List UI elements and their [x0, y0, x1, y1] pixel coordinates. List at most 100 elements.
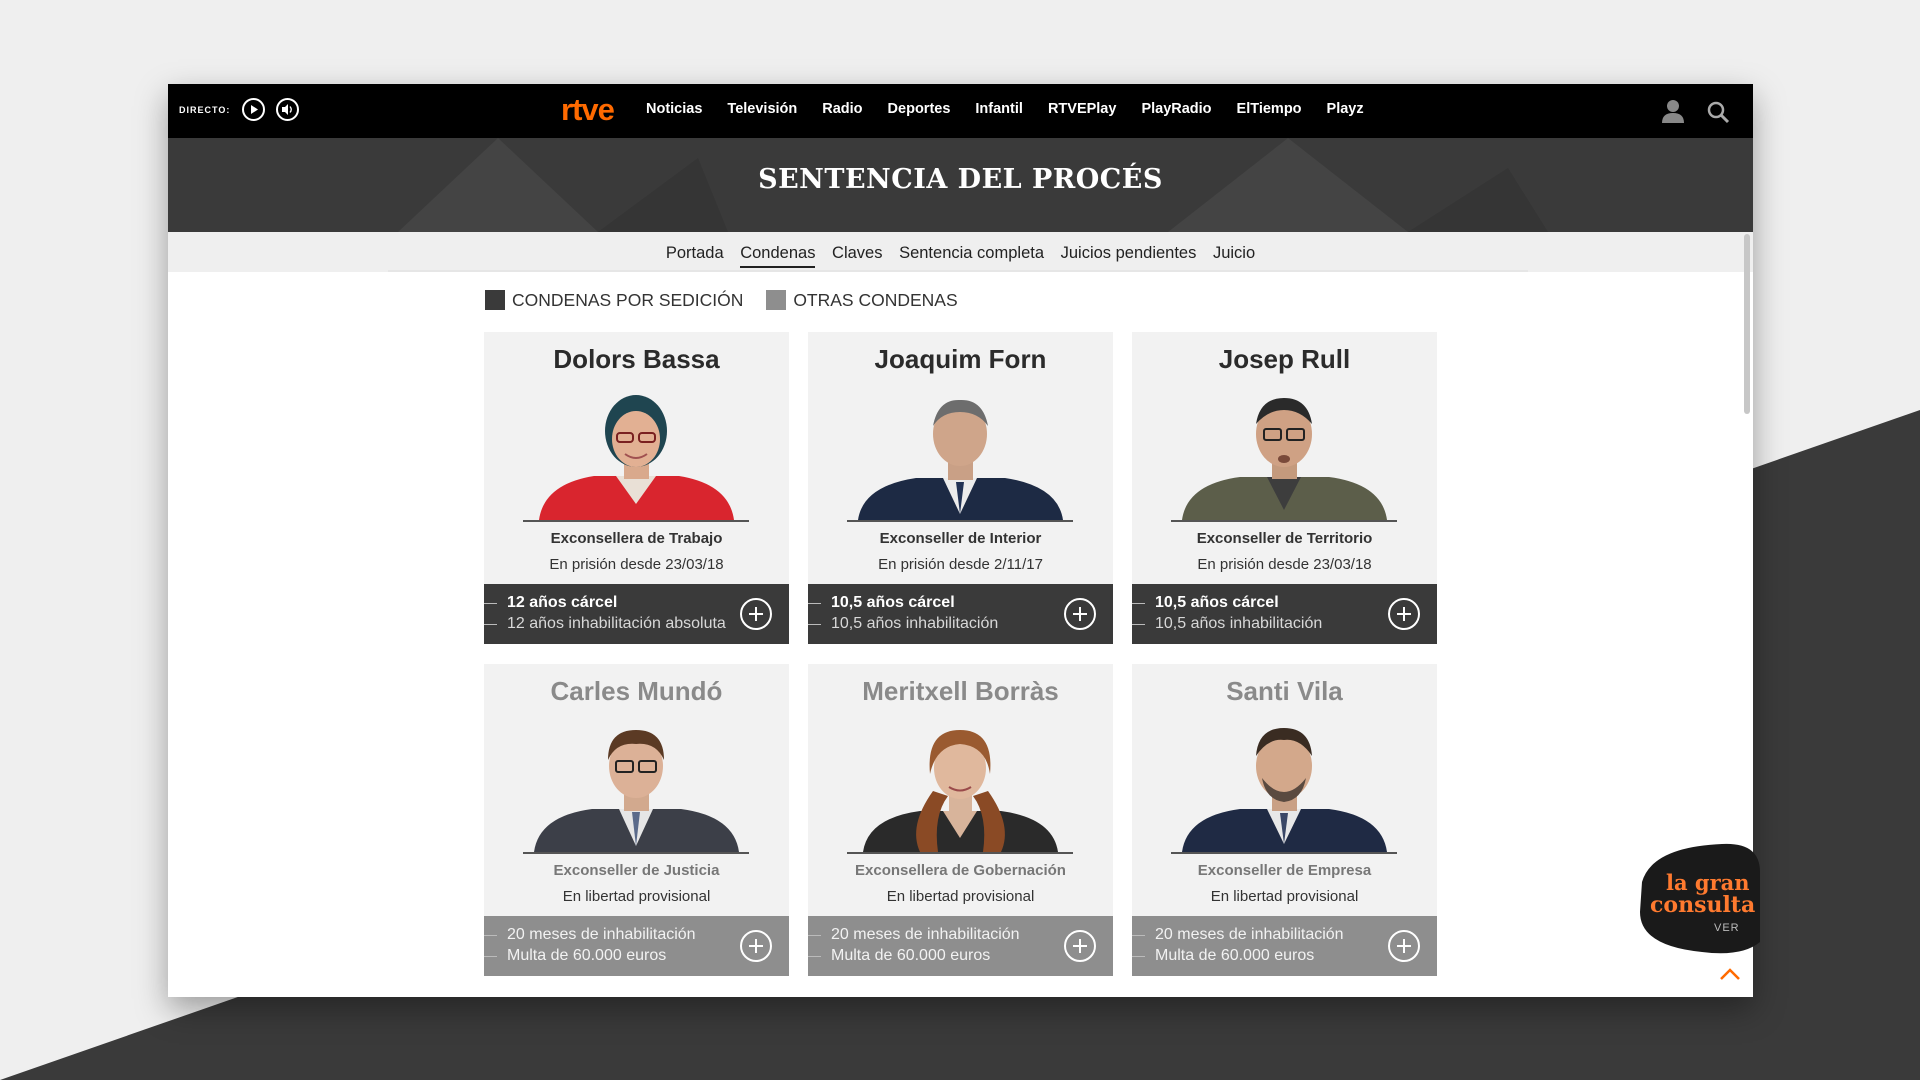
legend-label-sedicion: CONDENAS POR SEDICIÓN	[512, 290, 744, 310]
tick-mark	[808, 624, 821, 625]
portrait-image	[863, 730, 1058, 852]
tick-mark	[484, 935, 497, 936]
scroll-to-top-chevron-icon[interactable]	[1718, 966, 1742, 982]
legend-label-otras: OTRAS CONDENAS	[793, 290, 958, 310]
sentence-line-2: 10,5 años inhabilitación	[1155, 615, 1323, 632]
expand-plus-icon[interactable]	[740, 598, 772, 630]
portrait-baseline	[847, 852, 1073, 854]
subnav-portada[interactable]: Portada	[666, 244, 724, 266]
expand-plus-icon[interactable]	[1388, 930, 1420, 962]
nav-item-television[interactable]: Televisión	[727, 101, 797, 117]
rtve-logo[interactable]: rtve	[561, 92, 615, 128]
subnav-claves[interactable]: Claves	[832, 244, 882, 266]
sentence-bar: 20 meses de inhabilitación Multa de 60.0…	[808, 916, 1113, 976]
page-title: SENTENCIA DEL PROCÉS	[758, 164, 1163, 195]
search-icon[interactable]	[1706, 100, 1730, 124]
convict-name: Joaquim Forn	[874, 344, 1047, 374]
sentence-line-1: 20 meses de inhabilitación	[507, 926, 696, 943]
sentence-bar: 20 meses de inhabilitación Multa de 60.0…	[484, 916, 789, 976]
nav-item-playz[interactable]: Playz	[1327, 101, 1364, 117]
nav-item-deportes[interactable]: Deportes	[888, 101, 951, 117]
legend: CONDENAS POR SEDICIÓN OTRAS CONDENAS	[485, 290, 976, 311]
convict-name: Dolors Bassa	[553, 344, 720, 374]
expand-plus-icon[interactable]	[1064, 930, 1096, 962]
convict-role: Exconseller de Empresa	[1197, 862, 1372, 879]
convict-name: Santi Vila	[1226, 676, 1343, 706]
convict-card[interactable]: Meritxell Borràs Exconsellera de Goberna…	[808, 664, 1113, 976]
tick-mark	[1132, 624, 1145, 625]
nav-item-eltiempo[interactable]: ElTiempo	[1237, 101, 1302, 117]
nav-item-infantil[interactable]: Infantil	[975, 101, 1023, 117]
convict-status: En prisión desde 23/03/18	[549, 556, 724, 573]
section-subnav: Portada Condenas Claves Sentencia comple…	[168, 232, 1753, 272]
main-nav: Noticias Televisión Radio Deportes Infan…	[646, 101, 1389, 117]
convict-card[interactable]: Joaquim Forn Exconseller de Interior En …	[808, 332, 1113, 644]
convict-status: En libertad provisional	[562, 888, 711, 905]
tick-mark	[808, 956, 821, 957]
convict-status: En prisión desde 2/11/17	[878, 556, 1043, 573]
tick-mark	[1132, 935, 1145, 936]
tick-mark	[1132, 956, 1145, 957]
convict-role: Exconseller de Territorio	[1196, 530, 1373, 547]
legend-item-otras: OTRAS CONDENAS	[766, 290, 958, 311]
portrait-image	[1182, 728, 1387, 852]
convict-name: Carles Mundó	[550, 676, 723, 706]
legend-item-sedicion: CONDENAS POR SEDICIÓN	[485, 290, 743, 311]
portrait-baseline	[523, 520, 749, 522]
nav-item-rtveplay[interactable]: RTVEPlay	[1048, 101, 1117, 117]
portrait-baseline	[1171, 852, 1397, 854]
nav-item-playradio[interactable]: PlayRadio	[1141, 101, 1211, 117]
legend-swatch-otras	[766, 290, 787, 310]
expand-plus-icon[interactable]	[1064, 598, 1096, 630]
portrait-baseline	[523, 852, 749, 854]
scrollbar-thumb[interactable]	[1744, 234, 1750, 414]
sentence-line-1: 10,5 años cárcel	[1155, 594, 1279, 611]
sentence-line-2: Multa de 60.000 euros	[831, 947, 991, 964]
tick-mark	[808, 603, 821, 604]
subnav-sentencia-completa[interactable]: Sentencia completa	[899, 244, 1044, 266]
tick-mark	[1132, 603, 1145, 604]
nav-item-radio[interactable]: Radio	[822, 101, 862, 117]
sentence-bar: 20 meses de inhabilitación Multa de 60.0…	[1132, 916, 1437, 976]
legend-swatch-sedicion	[485, 290, 505, 310]
sentence-line-1: 20 meses de inhabilitación	[1155, 926, 1344, 943]
tick-mark	[484, 956, 497, 957]
convict-name: Josep Rull	[1218, 344, 1351, 374]
sentence-bar: 10,5 años cárcel 10,5 años inhabilitació…	[808, 584, 1113, 644]
subnav-juicio[interactable]: Juicio	[1213, 244, 1255, 266]
subnav-juicios-pendientes[interactable]: Juicios pendientes	[1061, 244, 1197, 266]
convict-card[interactable]: Santi Vila Exconseller de Empresa En lib…	[1132, 664, 1437, 976]
convict-status: En libertad provisional	[886, 888, 1035, 905]
portrait-image	[858, 399, 1063, 520]
convict-role: Exconseller de Interior	[879, 530, 1042, 547]
sentence-line-1: 20 meses de inhabilitación	[831, 926, 1020, 943]
expand-plus-icon[interactable]	[1388, 598, 1420, 630]
subnav-divider	[388, 270, 1528, 272]
sentence-line-1: 12 años cárcel	[507, 594, 618, 611]
sentence-bar: 10,5 años cárcel 10,5 años inhabilitació…	[1132, 584, 1437, 644]
expand-plus-icon[interactable]	[740, 930, 772, 962]
sentence-line-2: 12 años inhabilitación absoluta	[507, 615, 726, 632]
portrait-image	[534, 730, 739, 852]
audio-button[interactable]	[276, 98, 299, 121]
user-icon[interactable]	[1660, 98, 1686, 124]
play-button[interactable]	[242, 98, 265, 121]
portrait-image	[539, 395, 734, 520]
convict-card[interactable]: Josep Rull Exconseller de Territorio En …	[1132, 332, 1437, 644]
directo-label: DIRECTO:	[179, 105, 231, 115]
play-icon	[251, 105, 258, 114]
speaker-icon	[282, 104, 292, 115]
tick-mark	[808, 935, 821, 936]
subnav-condenas[interactable]: Condenas	[740, 244, 816, 268]
la-gran-consulta-badge[interactable]: la gran consulta VER	[1632, 842, 1762, 954]
convict-name: Meritxell Borràs	[862, 676, 1059, 706]
sentence-line-2: Multa de 60.000 euros	[507, 947, 667, 964]
tick-mark	[484, 603, 497, 604]
convict-card[interactable]: Dolors Bassa Exconsellera de Trabajo En …	[484, 332, 789, 644]
top-navbar: DIRECTO: rtve Noticias Televisión Radio …	[168, 84, 1753, 138]
convict-role: Exconseller de Justicia	[553, 862, 720, 879]
sentence-line-2: 10,5 años inhabilitación	[831, 615, 999, 632]
nav-item-noticias[interactable]: Noticias	[646, 101, 702, 117]
convict-card[interactable]: Carles Mundó Exconseller de Justicia En …	[484, 664, 789, 976]
badge-cta: VER	[1714, 922, 1740, 934]
